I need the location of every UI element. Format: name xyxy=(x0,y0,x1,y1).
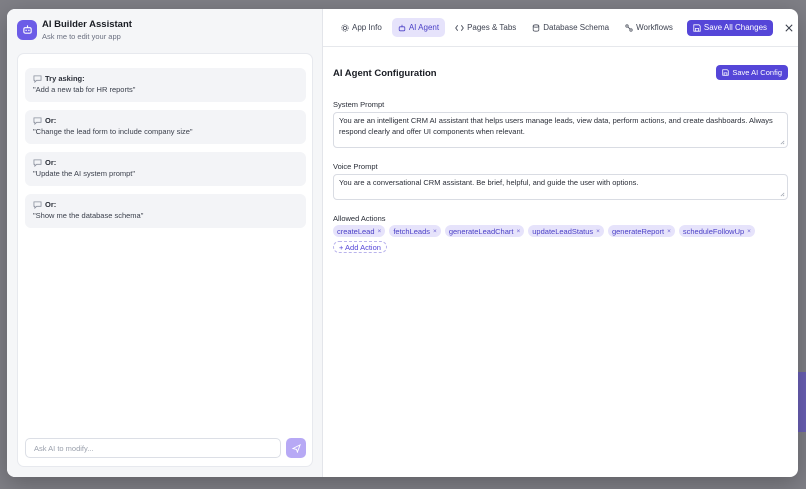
resize-grip-icon[interactable] xyxy=(780,140,785,145)
allowed-actions-label: Allowed Actions xyxy=(333,214,386,223)
save-icon xyxy=(693,23,701,32)
tab-label: Pages & Tabs xyxy=(467,23,517,32)
remove-icon[interactable]: × xyxy=(747,228,751,235)
bot-icon xyxy=(398,24,406,31)
suggestion-label: Try asking: xyxy=(45,74,85,83)
chat-bubble-icon xyxy=(33,200,42,209)
bot-icon xyxy=(17,19,37,40)
voice-prompt-text: You are a conversational CRM assistant. … xyxy=(339,178,639,187)
config-title: AI Agent Configuration xyxy=(333,68,437,79)
remove-icon[interactable]: × xyxy=(596,228,600,235)
tab-database-schema[interactable]: Database Schema xyxy=(526,18,615,37)
chat-bubble-icon xyxy=(33,158,42,167)
assistant-panel: AI Builder Assistant Ask me to edit your… xyxy=(7,9,323,477)
action-chip: createLead × xyxy=(333,225,386,237)
resize-grip-icon[interactable] xyxy=(780,192,785,197)
tab-label: App Info xyxy=(352,23,382,32)
action-chip-label: updateLeadStatus xyxy=(532,226,594,236)
system-prompt-text: You are an intelligent CRM AI assistant … xyxy=(339,116,773,136)
action-chip-label: generateLeadChart xyxy=(448,226,514,236)
suggestion-text: "Update the AI system prompt" xyxy=(33,169,136,178)
action-chip-label: fetchLeads xyxy=(393,226,431,236)
chat-bubble-icon xyxy=(33,74,42,83)
tab-bar: App Info AI Agent Pages & Tabs Database … xyxy=(323,9,798,47)
action-chip: fetchLeads × xyxy=(389,225,441,237)
suggestion-card[interactable]: Or: "Change the lead form to include com… xyxy=(25,110,306,144)
tab-label: Database Schema xyxy=(543,23,610,32)
voice-prompt-textarea[interactable]: You are a conversational CRM assistant. … xyxy=(333,174,788,200)
gear-icon xyxy=(341,23,349,32)
remove-icon[interactable]: × xyxy=(516,228,520,235)
suggestion-label: Or: xyxy=(45,158,57,167)
suggestion-text: "Show me the database schema" xyxy=(33,211,144,220)
chat-bubble-icon xyxy=(33,116,42,125)
suggestion-card[interactable]: Or: "Show me the database schema" xyxy=(25,194,306,228)
close-button[interactable] xyxy=(783,22,795,34)
assistant-subtitle: Ask me to edit your app xyxy=(42,31,121,41)
allowed-actions-list: createLead × fetchLeads × generateLeadChar… xyxy=(333,225,788,237)
config-panel: App Info AI Agent Pages & Tabs Database … xyxy=(323,9,798,477)
chat-input-row xyxy=(25,438,306,458)
action-chip: generateReport × xyxy=(607,225,675,237)
suggestion-label: Or: xyxy=(45,116,57,125)
send-icon xyxy=(291,443,301,453)
suggestion-card[interactable]: Try asking: "Add a new tab for HR report… xyxy=(25,68,306,102)
tab-ai-agent[interactable]: AI Agent xyxy=(391,18,446,37)
assistant-header: AI Builder Assistant Ask me to edit your… xyxy=(7,9,322,50)
suggestion-card[interactable]: Or: "Update the AI system prompt" xyxy=(25,152,306,186)
remove-icon[interactable]: × xyxy=(667,228,671,235)
close-icon xyxy=(785,23,793,32)
workflow-icon xyxy=(625,23,633,32)
save-ai-config-button[interactable]: Save AI Config xyxy=(716,65,788,80)
suggestion-label: Or: xyxy=(45,200,57,209)
chat-input[interactable] xyxy=(25,438,281,458)
system-prompt-textarea[interactable]: You are an intelligent CRM AI assistant … xyxy=(333,112,788,148)
action-chip: updateLeadStatus × xyxy=(528,225,604,237)
remove-icon[interactable]: × xyxy=(378,228,382,235)
assistant-title: AI Builder Assistant xyxy=(42,18,132,30)
save-all-label: Save All Changes xyxy=(703,23,768,32)
code-icon xyxy=(455,24,464,31)
database-icon xyxy=(533,23,540,32)
tab-app-info[interactable]: App Info xyxy=(335,18,388,37)
action-chip-label: scheduleFollowUp xyxy=(682,226,745,236)
send-button[interactable] xyxy=(286,438,306,458)
tab-label: AI Agent xyxy=(408,23,440,32)
action-chip: scheduleFollowUp × xyxy=(678,225,755,237)
tab-label: Workflows xyxy=(636,23,673,32)
voice-prompt-label: Voice Prompt xyxy=(333,162,378,171)
action-chip: generateLeadChart × xyxy=(444,225,525,237)
system-prompt-label: System Prompt xyxy=(333,100,385,109)
action-chip-label: generateReport xyxy=(611,226,665,236)
save-ai-config-label: Save AI Config xyxy=(732,68,782,77)
save-all-button[interactable]: Save All Changes xyxy=(686,19,774,36)
ai-builder-modal: AI Builder Assistant Ask me to edit your… xyxy=(7,9,798,477)
action-chip-label: createLead xyxy=(337,226,375,236)
suggestion-text: "Change the lead form to include company… xyxy=(33,127,193,136)
tab-workflows[interactable]: Workflows xyxy=(619,18,679,37)
save-icon xyxy=(722,69,730,76)
add-action-button[interactable]: + Add Action xyxy=(333,241,387,253)
tab-pages-tabs[interactable]: Pages & Tabs xyxy=(449,18,522,37)
chat-area: Try asking: "Add a new tab for HR report… xyxy=(17,53,313,467)
suggestion-text: "Add a new tab for HR reports" xyxy=(33,85,136,94)
remove-icon[interactable]: × xyxy=(433,228,437,235)
